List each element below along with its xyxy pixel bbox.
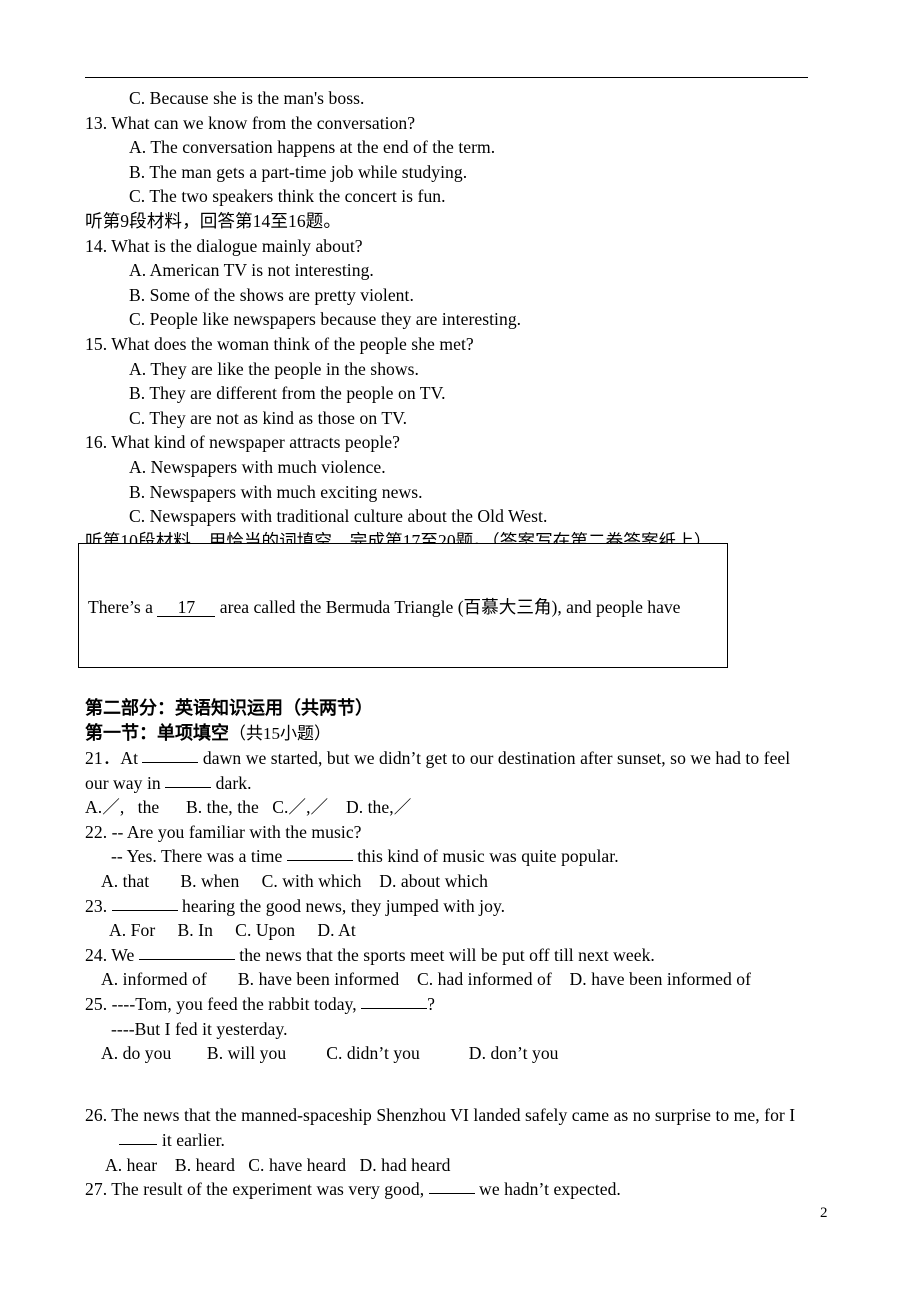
question-15-option-c: C. They are not as kind as those on TV. [129, 407, 408, 428]
question-27-stem-post: we hadn’t expected. [474, 1179, 621, 1200]
question-14-option-b: B. Some of the shows are pretty violent. [129, 284, 414, 305]
exam-page: C. Because she is the man's boss. 13. Wh… [0, 0, 920, 1302]
question-15-option-a: A. They are like the people in the shows… [129, 358, 419, 379]
cloze-line-1: There’s a 17 area called the Bermuda Tri… [88, 595, 727, 620]
cloze-line-1-pre: There’s a [88, 597, 158, 618]
question-14-stem: 14. What is the dialogue mainly about? [85, 235, 363, 256]
question-26-stem: 26. The news that the manned-spaceship S… [85, 1105, 796, 1126]
question-24-options: A. informed of B. have been informed C. … [101, 969, 752, 990]
question-27-stem: 27. The result of the experiment was ver… [85, 1177, 845, 1202]
question-24-stem-post: the news that the sports meet will be pu… [234, 944, 655, 965]
question-22-blank[interactable] [286, 845, 353, 862]
cloze-blank-17[interactable]: 17 [157, 598, 216, 618]
question-25-stem-pre: 25. ----Tom, you feed the rabbit today, [85, 993, 362, 1014]
cloze-line-1-post: area called the Bermuda Triangle (百慕大三角)… [215, 597, 681, 618]
question-21-stem-cont-post: dark. [211, 772, 252, 793]
question-21-stem-pre: 21．At [85, 748, 143, 768]
question-22-stem: 22. -- Are you familiar with the music? [85, 821, 362, 842]
question-24-stem-pre: 24. We [85, 944, 139, 965]
question-22-reply: -- Yes. There was a time this kind of mu… [85, 844, 845, 869]
question-25-options: A. do you B. will you C. didn’t you D. d… [101, 1043, 559, 1064]
question-15-stem: 15. What does the woman think of the peo… [85, 333, 474, 354]
question-16-option-a: A. Newspapers with much violence. [129, 456, 386, 477]
question-13-option-a: A. The conversation happens at the end o… [129, 137, 496, 158]
page-content: C. Because she is the man's boss. 13. Wh… [85, 86, 845, 553]
question-23-stem-post: hearing the good news, they jumped with … [177, 895, 506, 916]
question-25-reply: ----But I fed it yesterday. [111, 1018, 288, 1039]
question-21-blank-1[interactable] [142, 747, 199, 763]
question-24-blank[interactable] [138, 944, 235, 960]
section-one-heading-sub: （共15小题） [229, 724, 331, 743]
question-13-option-c: C. The two speakers think the concert is… [129, 186, 446, 207]
page-number: 2 [820, 1205, 828, 1221]
header-rule [85, 77, 808, 78]
question-13-stem: 13. What can we know from the conversati… [85, 112, 416, 133]
question-15-option-b: B. They are different from the people on… [129, 383, 446, 404]
question-23-stem: 23. hearing the good news, they jumped w… [85, 894, 845, 919]
question-21-options: A.／, the B. the, the C.／,／ D. the,／ [85, 797, 412, 818]
question-26-stem-cont: it earlier. [85, 1128, 845, 1153]
question-14-option-a: A. American TV is not interesting. [129, 260, 374, 281]
question-25-stem: 25. ----Tom, you feed the rabbit today, … [85, 992, 845, 1017]
question-23-options: A. For B. In C. Upon D. At [109, 920, 356, 941]
question-26-cont-post: it earlier. [157, 1129, 225, 1150]
question-23-blank[interactable] [111, 895, 178, 911]
question-25-blank[interactable] [361, 993, 428, 1009]
question-14-option-c: C. People like newspapers because they a… [129, 309, 522, 330]
section-one-heading-main: 第一节：单项填空 [85, 723, 229, 743]
section-one-heading: 第一节：单项填空（共15小题） [85, 721, 845, 746]
question-22-reply-post: this kind of music was quite popular. [352, 846, 619, 867]
cloze-passage-box: There’s a 17 area called the Bermuda Tri… [78, 543, 728, 668]
question-26-blank[interactable] [119, 1129, 158, 1145]
question-16-option-b: B. Newspapers with much exciting news. [129, 481, 423, 502]
listening-direction-9: 听第9段材料，回答第14至16题。 [85, 210, 341, 231]
question-16-stem: 16. What kind of newspaper attracts peop… [85, 432, 400, 453]
question-27-blank[interactable] [428, 1178, 475, 1195]
part-two-content: 第二部分：英语知识运用（共两节） 第一节：单项填空（共15小题） 21．At d… [85, 696, 845, 1202]
cloze-passage-text: There’s a 17 area called the Bermuda Tri… [88, 546, 727, 667]
section-gap-1 [85, 1066, 845, 1091]
question-27-stem-pre: 27. The result of the experiment was ver… [85, 1179, 429, 1200]
section-gap-2 [85, 1090, 845, 1103]
question-23-stem-pre: 23. [85, 895, 112, 916]
question-16-option-c: C. Newspapers with traditional culture a… [129, 506, 548, 527]
question-25-stem-post: ? [427, 993, 436, 1014]
question-21-stem-line-2: our way in dark. [85, 771, 845, 796]
question-13-option-b: B. The man gets a part-time job while st… [129, 161, 468, 182]
question-21-stem-cont-pre: our way in [85, 772, 166, 793]
question-21-blank-2[interactable] [165, 772, 212, 788]
question-21-stem-line-1: 21．At dawn we started, but we didn’t get… [85, 746, 845, 771]
q12-option-c: C. Because she is the man's boss. [129, 88, 365, 108]
question-22-options: A. that B. when C. with which D. about w… [101, 870, 488, 891]
question-24-stem: 24. We the news that the sports meet wil… [85, 943, 845, 968]
question-26-options: A. hear B. heard C. have heard D. had he… [105, 1154, 451, 1175]
part-two-heading: 第二部分：英语知识运用（共两节） [85, 698, 373, 718]
question-22-reply-pre: -- Yes. There was a time [111, 846, 287, 867]
question-21-stem-post: dawn we started, but we didn’t get to ou… [198, 748, 791, 768]
